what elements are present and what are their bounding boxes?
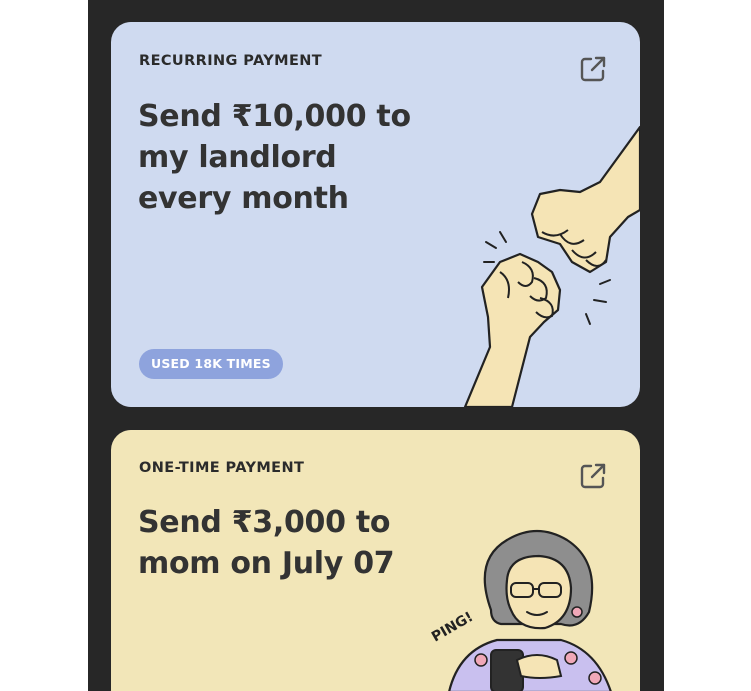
usage-count-badge: USED 18K TIMES (139, 349, 283, 379)
mom-with-phone-illustration: PING! (429, 530, 612, 691)
recurring-payment-card[interactable]: RECURRING PAYMENT Send ₹10,000 to my lan… (111, 22, 640, 407)
card-title: Send ₹3,000 to mom on July 07 (138, 505, 395, 581)
external-link-icon[interactable] (578, 461, 608, 491)
ping-text: PING! (429, 609, 476, 645)
app-stage: RECURRING PAYMENT Send ₹10,000 to my lan… (0, 0, 751, 691)
card-type-label: RECURRING PAYMENT (139, 53, 323, 69)
one-time-payment-card[interactable]: ONE-TIME PAYMENT Send ₹3,000 to mom on J… (111, 430, 640, 691)
fist-bump-illustration (463, 125, 640, 407)
card-title: Send ₹10,000 to my landlord every month (138, 99, 411, 216)
card-type-label: ONE-TIME PAYMENT (139, 460, 305, 476)
external-link-icon[interactable] (578, 54, 608, 84)
